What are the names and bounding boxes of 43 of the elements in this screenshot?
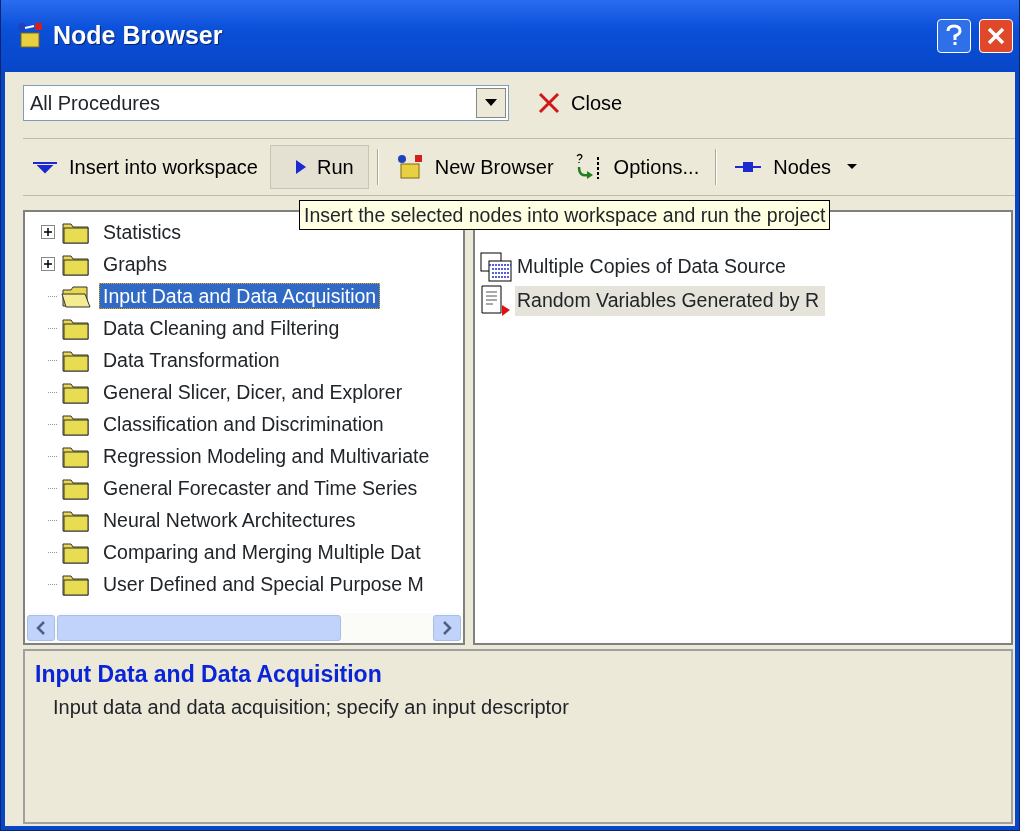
tree-item[interactable]: Data Cleaning and Filtering <box>99 314 344 342</box>
caret-icon <box>847 164 858 170</box>
node-icon <box>733 160 764 174</box>
toolbar-button[interactable]: Insert into workspace <box>23 148 266 186</box>
tree-item[interactable]: General Slicer, Dicer, and Explorer <box>99 378 407 406</box>
close-button[interactable] <box>979 19 1013 53</box>
tree-item[interactable]: Regression Modeling and Multivariate <box>99 442 434 470</box>
horizontal-scrollbar[interactable] <box>25 613 463 643</box>
nodes-menu-button[interactable]: Nodes <box>725 148 866 186</box>
tree-item[interactable]: Classification and Discrimination <box>99 410 388 438</box>
tree-item[interactable]: Comparing and Merging Multiple Dat <box>99 538 425 566</box>
play-icon <box>295 159 307 175</box>
description-title: Input Data and Data Acquisition <box>35 660 383 689</box>
tree-item[interactable]: Input Data and Data Acquisition <box>99 282 381 310</box>
help-icon <box>945 24 963 48</box>
help-button[interactable] <box>937 19 971 53</box>
procedure-dropdown[interactable]: All Procedures <box>23 85 509 121</box>
close-icon <box>537 91 561 115</box>
expand-icon[interactable] <box>41 257 55 271</box>
tooltip: Insert the selected nodes into workspace and run the project <box>299 200 831 230</box>
close-icon <box>986 26 1006 46</box>
tree-item[interactable]: Data Transformation <box>99 346 284 374</box>
toolbar-button[interactable]: Run <box>270 145 369 189</box>
tree-item[interactable]: Graphs <box>99 250 171 278</box>
scroll-left-button[interactable] <box>27 615 55 641</box>
window-title: Node Browser <box>53 20 223 52</box>
tree-item[interactable]: General Forecaster and Time Series <box>99 474 422 502</box>
tree-item[interactable]: User Defined and Special Purpose M <box>99 570 428 598</box>
node-item[interactable]: Random Variables Generated by R <box>515 286 826 316</box>
expand-icon[interactable] <box>41 225 55 239</box>
scroll-right-button[interactable] <box>433 615 461 641</box>
node-browser-icon <box>15 21 45 51</box>
table-icon <box>479 252 513 282</box>
tree-item[interactable]: Neural Network Architectures <box>99 506 360 534</box>
scrollbar-thumb[interactable] <box>57 615 341 641</box>
insert-icon <box>31 160 59 174</box>
description-text: Input data and data acquisition; specify an input descriptor <box>52 694 570 720</box>
caret-icon <box>485 99 497 107</box>
node-item[interactable]: Multiple Copies of Data Source <box>515 252 792 282</box>
tree-item[interactable]: Statistics <box>99 218 186 246</box>
toolbar-button[interactable]: Options... <box>565 148 708 186</box>
close-button[interactable]: Close <box>529 84 631 122</box>
toolbar-button[interactable]: New Browser <box>386 148 562 186</box>
